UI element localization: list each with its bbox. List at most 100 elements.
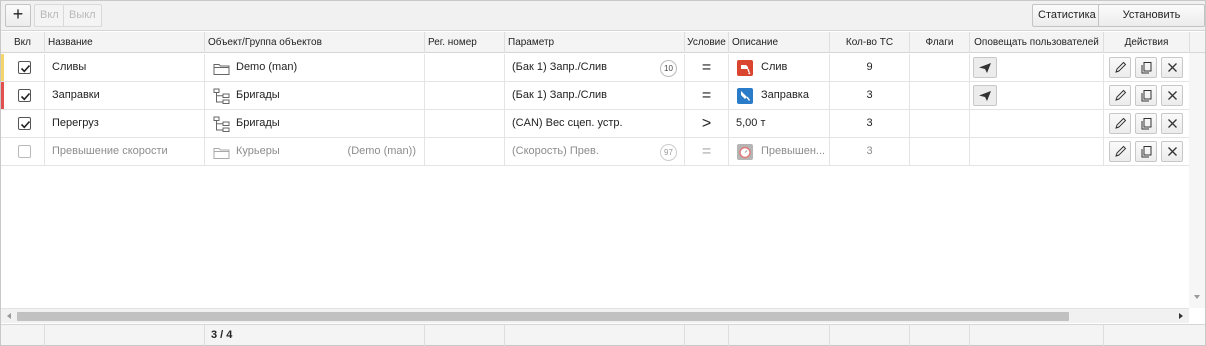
speed-limit-icon bbox=[737, 144, 753, 160]
table-row[interactable]: Заправки Бригады (Бак 1) Запр./Слив = Заправ… bbox=[1, 82, 1189, 110]
footer-cell bbox=[830, 325, 910, 346]
cell-name: Заправки bbox=[45, 82, 205, 109]
cell-description: Заправка bbox=[729, 82, 830, 109]
delete-button[interactable] bbox=[1161, 57, 1183, 78]
disable-button[interactable]: Выкл bbox=[63, 4, 102, 27]
delete-button[interactable] bbox=[1161, 113, 1183, 134]
horizontal-scroll-thumb[interactable] bbox=[17, 312, 1069, 321]
hierarchy-icon bbox=[213, 88, 231, 109]
folder-icon bbox=[213, 144, 231, 165]
cell-reg bbox=[425, 54, 505, 81]
cell-actions bbox=[1104, 54, 1189, 81]
footer-cell bbox=[45, 325, 205, 346]
send-notification-button[interactable] bbox=[973, 85, 997, 106]
statistics-button[interactable]: Статистика bbox=[1032, 4, 1102, 27]
object-owner: (Demo (man)) bbox=[347, 145, 416, 157]
cell-actions bbox=[1104, 110, 1189, 137]
fuel-drain-icon bbox=[737, 60, 753, 76]
cell-notify bbox=[970, 54, 1104, 81]
cell-param: (Бак 1) Запр./Слив 10 bbox=[505, 54, 685, 81]
cell-reg bbox=[425, 110, 505, 137]
delete-button[interactable] bbox=[1161, 85, 1183, 106]
scroll-left-icon[interactable] bbox=[7, 313, 11, 319]
edit-button[interactable] bbox=[1109, 113, 1131, 134]
col-name[interactable]: Название bbox=[45, 32, 205, 53]
col-count[interactable]: Кол-во ТС bbox=[830, 32, 910, 53]
col-cond[interactable]: Условие bbox=[685, 32, 729, 53]
cell-object: Бригады bbox=[205, 82, 425, 109]
plus-icon: + bbox=[12, 4, 24, 24]
cell-description: 5,00 т bbox=[729, 110, 830, 137]
col-actions[interactable]: Действия bbox=[1104, 32, 1190, 53]
col-object[interactable]: Объект/Группа объектов bbox=[205, 32, 425, 53]
folder-icon bbox=[213, 60, 231, 81]
cell-flags bbox=[910, 54, 970, 81]
cell-flags bbox=[910, 138, 970, 165]
table-row[interactable]: Сливы Demo (man) (Бак 1) Запр./Слив 10 = Слив… bbox=[1, 54, 1189, 82]
description-text: Заправка bbox=[761, 89, 809, 101]
hierarchy-icon bbox=[213, 116, 231, 137]
object-name: Бригады bbox=[236, 117, 280, 129]
param-badge: 10 bbox=[660, 60, 677, 77]
add-button[interactable]: + bbox=[5, 4, 31, 27]
param-text: (Скорость) Прев. bbox=[512, 145, 599, 157]
fuel-refill-icon bbox=[737, 88, 753, 104]
cell-on bbox=[1, 110, 45, 137]
cell-condition: = bbox=[685, 82, 729, 109]
cell-count: 3 bbox=[830, 138, 910, 165]
cell-count: 9 bbox=[830, 54, 910, 81]
cell-name: Перегруз bbox=[45, 110, 205, 137]
enable-button[interactable]: Вкл bbox=[34, 4, 65, 27]
cell-condition: = bbox=[685, 138, 729, 165]
vertical-scrollbar[interactable] bbox=[1189, 53, 1205, 308]
footer-cell bbox=[505, 325, 685, 346]
cell-object: Бригады bbox=[205, 110, 425, 137]
cell-on bbox=[1, 82, 45, 109]
table-row[interactable]: Превышение скорости Курьеры (Demo (man)) (С… bbox=[1, 138, 1189, 166]
enable-checkbox[interactable] bbox=[18, 145, 31, 158]
footer-cell bbox=[1104, 325, 1205, 346]
table-header: Вкл Название Объект/Группа объектов Рег.… bbox=[1, 32, 1205, 53]
copy-button[interactable] bbox=[1135, 113, 1157, 134]
set-limits-button[interactable]: Установить лимиты bbox=[1098, 4, 1205, 42]
send-notification-button[interactable] bbox=[973, 57, 997, 78]
edit-button[interactable] bbox=[1109, 141, 1131, 162]
footer-cell bbox=[1, 325, 45, 346]
footer-cell bbox=[970, 325, 1104, 346]
col-on[interactable]: Вкл bbox=[1, 32, 45, 53]
footer-cell bbox=[910, 325, 970, 346]
horizontal-scrollbar[interactable] bbox=[1, 308, 1189, 323]
cell-count: 3 bbox=[830, 110, 910, 137]
enable-checkbox[interactable] bbox=[18, 61, 31, 74]
scroll-right-icon[interactable] bbox=[1179, 313, 1183, 319]
cell-param: (Скорость) Прев. 97 bbox=[505, 138, 685, 165]
col-flags[interactable]: Флаги bbox=[910, 32, 970, 53]
delete-button[interactable] bbox=[1161, 141, 1183, 162]
scroll-down-icon[interactable] bbox=[1194, 295, 1200, 299]
col-reg[interactable]: Рег. номер bbox=[425, 32, 505, 53]
cell-description: Слив bbox=[729, 54, 830, 81]
edit-button[interactable] bbox=[1109, 85, 1131, 106]
param-text: (Бак 1) Запр./Слив bbox=[512, 61, 608, 73]
copy-button[interactable] bbox=[1135, 85, 1157, 106]
description-text: Слив bbox=[761, 61, 788, 73]
cell-condition: = bbox=[685, 54, 729, 81]
copy-button[interactable] bbox=[1135, 57, 1157, 78]
cell-notify bbox=[970, 110, 1104, 137]
limits-window: + Вкл Выкл Статистика Установить лимиты … bbox=[0, 0, 1206, 346]
enable-checkbox[interactable] bbox=[18, 117, 31, 130]
col-notify[interactable]: Оповещать пользователей bbox=[970, 32, 1104, 53]
cell-actions bbox=[1104, 138, 1189, 165]
cell-name: Превышение скорости bbox=[45, 138, 205, 165]
copy-button[interactable] bbox=[1135, 141, 1157, 162]
table-row[interactable]: Перегруз Бригады (CAN) Вес сцеп. устр. >5,0… bbox=[1, 110, 1189, 138]
cell-count: 3 bbox=[830, 82, 910, 109]
description-text: Превышен... bbox=[761, 145, 826, 157]
enable-checkbox[interactable] bbox=[18, 89, 31, 102]
col-param[interactable]: Параметр bbox=[505, 32, 685, 53]
edit-button[interactable] bbox=[1109, 57, 1131, 78]
cell-on bbox=[1, 54, 45, 81]
cell-on bbox=[1, 138, 45, 165]
object-name: Курьеры bbox=[236, 145, 280, 157]
col-desc[interactable]: Описание bbox=[729, 32, 830, 53]
